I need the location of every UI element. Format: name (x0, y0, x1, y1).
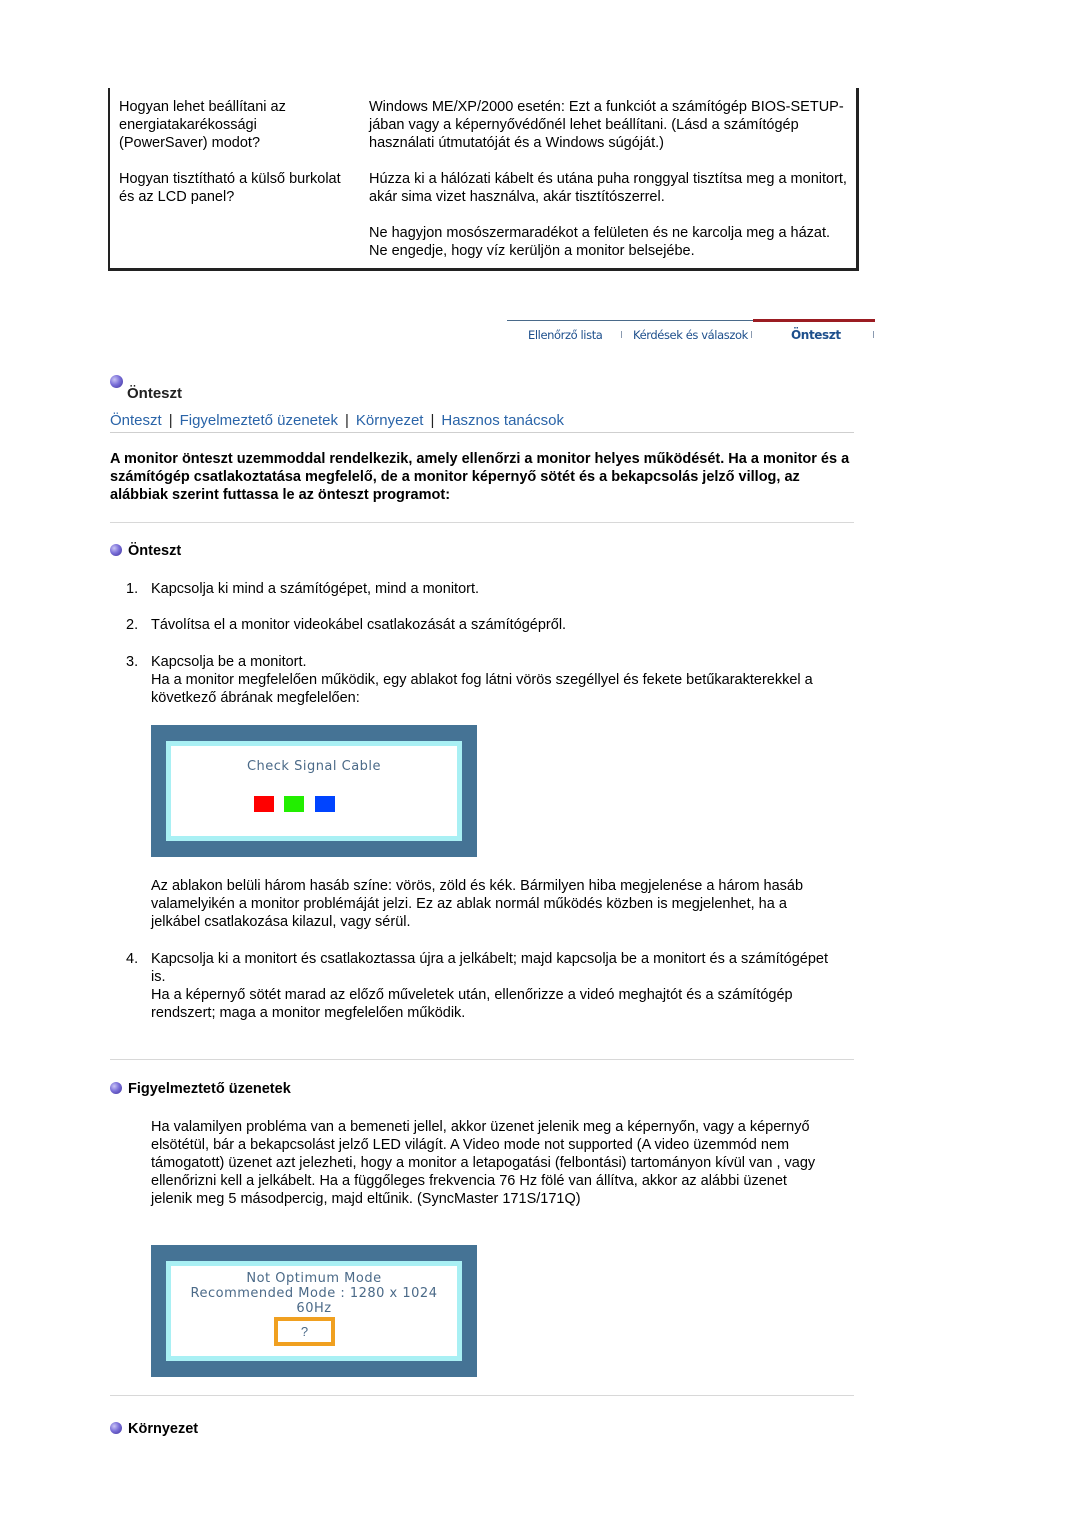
tab-separator (873, 331, 874, 338)
sub-navigation: Önteszt | Figyelmeztető üzenetek | Környezet… (110, 412, 854, 433)
tab-separator (621, 331, 622, 338)
active-tab-indicator (753, 319, 875, 322)
divider (110, 522, 854, 523)
figure-explanation: Az ablakon belüli három hasáb színe: vör… (151, 878, 804, 930)
subnav-link-warnings[interactable]: Figyelmeztető üzenetek (180, 412, 338, 429)
osd-message-line2: Recommended Mode : 1280 x 1024 60Hz (190, 1286, 438, 1316)
faq-question: Hogyan lehet beállítani az energiatakaré… (119, 99, 286, 151)
subnav-link-selftest[interactable]: Önteszt (110, 412, 162, 429)
blue-square (315, 796, 335, 812)
osd-window: Check Signal Cable (166, 741, 462, 841)
section-tab-bar: Ellenőrző lista Kérdések és válaszok Önt… (507, 319, 875, 346)
subnav-separator: | (345, 412, 349, 429)
check-signal-cable-figure: Check Signal Cable (151, 725, 477, 857)
red-square (254, 796, 274, 812)
osd-help-button[interactable]: ? (274, 1317, 335, 1346)
faq-answer: Windows ME/XP/2000 esetén: Ezt a funkció… (369, 99, 844, 151)
faq-answer: Ne hagyjon mosószermaradékot a felületen… (369, 225, 831, 259)
warnings-paragraph: Ha valamilyen probléma van a bemeneti je… (151, 1119, 816, 1207)
tab-qa[interactable]: Kérdések és válaszok (633, 328, 748, 342)
subnav-separator: | (430, 412, 435, 429)
faq-table: Hogyan lehet beállítani az energiatakaré… (108, 88, 859, 271)
osd-window: Not Optimum Mode Recommended Mode : 1280… (166, 1261, 462, 1361)
faq-question: Hogyan tisztítható a külső burkolat és a… (119, 171, 341, 205)
tab-bar-line (507, 320, 753, 321)
divider (110, 1395, 854, 1396)
bullet-icon (110, 1081, 122, 1094)
divider (110, 1059, 854, 1060)
bullet-icon (110, 543, 122, 556)
bullet-icon (110, 375, 123, 388)
green-square (284, 796, 304, 812)
osd-message-line1: Not Optimum Mode (246, 1271, 382, 1286)
osd-message: Check Signal Cable (246, 759, 382, 774)
subnav-link-environment[interactable]: Környezet (356, 412, 424, 429)
subnav-separator: | (168, 412, 173, 429)
not-optimum-mode-figure: Not Optimum Mode Recommended Mode : 1280… (151, 1245, 477, 1377)
section-heading-warnings: Figyelmeztető üzenetek (110, 1081, 291, 1097)
tab-checklist[interactable]: Ellenőrző lista (528, 328, 603, 342)
tab-separator (751, 331, 752, 338)
faq-answer: Húzza ki a hálózati kábelt és utána puha… (369, 171, 847, 205)
bullet-icon (110, 1421, 122, 1434)
section-heading-environment: Környezet (110, 1421, 198, 1437)
subnav-link-tips[interactable]: Hasznos tanácsok (441, 412, 564, 429)
section-heading-selftest: Önteszt (110, 543, 181, 559)
tab-selftest[interactable]: Önteszt (791, 328, 841, 342)
intro-paragraph: A monitor önteszt uzemmoddal rendelkezik… (110, 451, 850, 503)
